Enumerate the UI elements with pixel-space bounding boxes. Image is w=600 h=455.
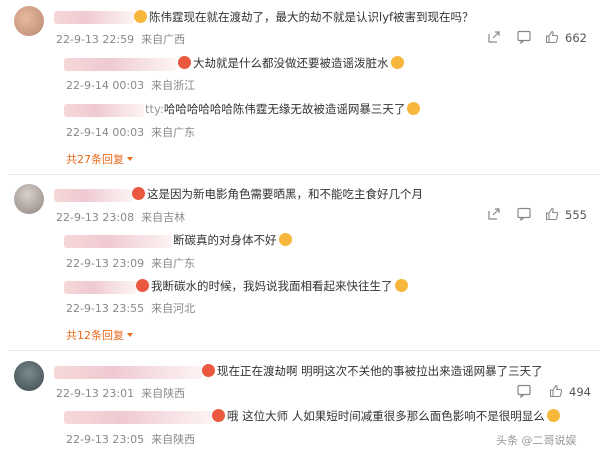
more-replies-link[interactable]: 共12条回复 [66, 327, 133, 343]
reply-meta: 22-9-14 00:03 来自浙江 [66, 79, 196, 92]
reply-meta: 22-9-13 23:09 来自广东 [66, 257, 196, 270]
comment-text: 现在正在渡劫啊 明明这次不关他的事被拉出来造谣网暴了三天了 [202, 363, 543, 379]
share-icon[interactable] [487, 30, 501, 44]
reply-text: 断碳真的对身体不好 [173, 232, 294, 248]
like-icon[interactable] [549, 384, 563, 398]
comment-meta: 22-9-13 23:01 来自陕西 [56, 387, 186, 400]
comment-icon[interactable] [517, 207, 531, 221]
avatar[interactable] [14, 361, 44, 391]
blurred-username[interactable] [54, 11, 134, 24]
reply-text: 大劫就是什么都没做还要被造谣泼脏水 [178, 55, 406, 71]
chevron-down-icon [127, 157, 133, 161]
like-icon[interactable] [545, 207, 559, 221]
avatar[interactable] [14, 6, 44, 36]
watermark: 头条 @二哥说娱 [496, 434, 577, 447]
divider [8, 174, 600, 175]
comment-text: 陈伟霆现在就在渡劫了，最大的劫不就是认识lyf被害到现在吗？ [134, 9, 474, 25]
comment-icon[interactable] [517, 384, 531, 398]
blurred-username[interactable] [64, 104, 144, 117]
emoji-icon [394, 279, 408, 292]
more-replies-link[interactable]: 共27条回复 [66, 151, 133, 167]
comment-icon[interactable] [517, 30, 531, 44]
reply-meta: 22-9-13 23:05 来自陕西 [66, 433, 196, 446]
emoji-icon [202, 364, 215, 377]
emoji-icon [546, 409, 560, 422]
blurred-username[interactable] [54, 366, 202, 379]
share-icon[interactable] [487, 207, 501, 221]
like-count: 662 [565, 31, 587, 45]
reply-text: 我断碳水的时候，我妈说我面相看起来快往生了 [136, 278, 410, 294]
blurred-username[interactable] [64, 281, 136, 294]
comment-date: 22-9-13 22:59 [56, 33, 135, 46]
comment-meta: 22-9-13 22:59 来自广西 [56, 31, 185, 47]
reply-text: tty:哈哈哈哈哈哈陈伟霆无缘无故被造谣网暴三天了 [145, 101, 422, 117]
emoji-icon [390, 56, 404, 69]
emoji-icon [178, 56, 191, 69]
chevron-down-icon [127, 333, 133, 337]
reply-meta: 22-9-14 00:03 来自广东 [66, 126, 196, 139]
comment-text: 这是因为新电影角色需要晒黑，和不能吃主食好几个月 [132, 186, 423, 202]
emoji-icon [134, 10, 147, 23]
reply-text: 哦 这位大师 人如果短时间减重很多那么面色影响不是很明显么 [212, 408, 562, 424]
emoji-icon [212, 409, 225, 422]
emoji-icon [407, 102, 421, 115]
emoji-icon [278, 233, 292, 246]
emoji-icon [136, 279, 149, 292]
avatar[interactable] [14, 184, 44, 214]
comment-location: 来自广西 [141, 33, 186, 46]
divider [8, 350, 600, 351]
reply-meta: 22-9-13 23:55 来自河北 [66, 302, 196, 315]
emoji-icon [132, 187, 145, 200]
blurred-username[interactable] [64, 411, 212, 424]
blurred-username[interactable] [54, 189, 132, 202]
blurred-username[interactable] [64, 58, 176, 71]
like-count: 494 [569, 385, 591, 399]
blurred-username[interactable] [64, 235, 172, 248]
like-count: 555 [565, 208, 587, 222]
like-icon[interactable] [545, 30, 559, 44]
comment-meta: 22-9-13 23:08 来自吉林 [56, 211, 186, 224]
